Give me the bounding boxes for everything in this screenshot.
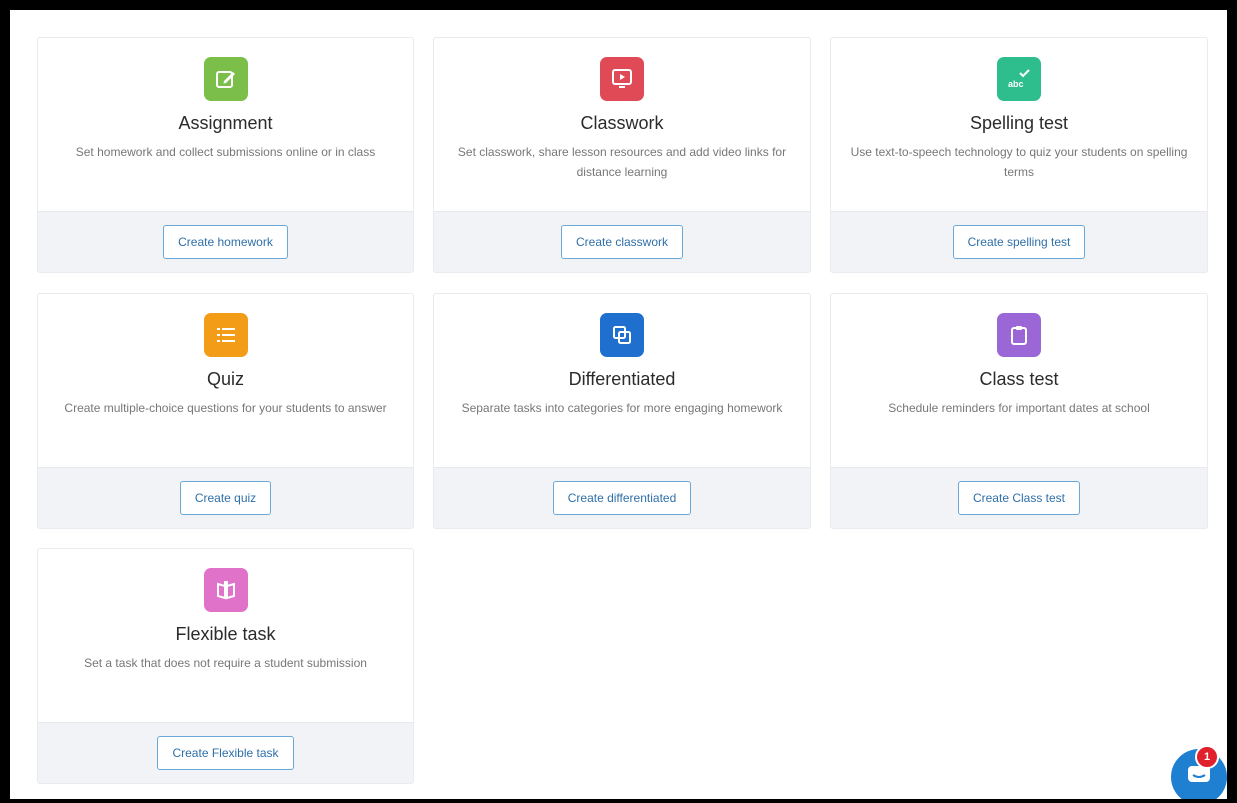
card-title: Quiz [206, 369, 244, 389]
card-title: Differentiated [568, 369, 676, 389]
create-homework-button[interactable]: Create homework [163, 225, 288, 259]
card-title: Spelling test [969, 113, 1069, 133]
card-footer: Create homework [38, 211, 413, 272]
overlapping-squares-icon [600, 313, 644, 357]
card-spelling-test: abc Spelling test Use text-to-speech tec… [830, 37, 1208, 273]
open-book-icon [203, 568, 248, 612]
create-differentiated-button[interactable]: Create differentiated [552, 481, 692, 515]
card-title: Class test [979, 369, 1059, 389]
card-differentiated: Differentiated Separate tasks into categ… [433, 293, 811, 529]
abc-check-icon: abc [997, 57, 1041, 101]
card-description: Create multiple-choice questions for you… [64, 401, 387, 415]
card-classwork: Classwork Set classwork, share lesson re… [433, 37, 811, 273]
svg-text:abc: abc [1008, 79, 1024, 89]
create-classwork-button[interactable]: Create classwork [560, 225, 684, 259]
clipboard-icon [997, 313, 1041, 357]
card-description: Set a task that does not require a stude… [84, 656, 367, 670]
card-description: Set homework and collect submissions onl… [75, 145, 376, 159]
card-title: Classwork [580, 113, 664, 133]
card-footer: Create Class test [831, 467, 1207, 528]
card-description: Schedule reminders for important dates a… [888, 401, 1150, 415]
card-footer: Create Flexible task [38, 722, 413, 783]
notification-badge: 1 [1195, 745, 1219, 769]
card-assignment: Assignment Set homework and collect subm… [37, 37, 414, 273]
card-title: Assignment [178, 113, 273, 133]
card-class-test: Class test Schedule reminders for import… [830, 293, 1208, 529]
card-footer: Create differentiated [434, 467, 810, 528]
card-flexible-task: Flexible task Set a task that does not r… [37, 548, 414, 784]
create-quiz-button[interactable]: Create quiz [179, 481, 272, 515]
video-play-icon [600, 57, 644, 101]
card-description: Set classwork, share lesson resources an… [457, 145, 787, 179]
card-footer: Create classwork [434, 211, 810, 272]
card-description: Separate tasks into categories for more … [461, 401, 783, 415]
create-spelling-test-button[interactable]: Create spelling test [952, 225, 1086, 259]
card-footer: Create quiz [38, 467, 413, 528]
create-class-test-button[interactable]: Create Class test [957, 481, 1081, 515]
card-footer: Create spelling test [831, 211, 1207, 272]
card-quiz: Quiz Create multiple-choice questions fo… [37, 293, 414, 529]
card-title: Flexible task [175, 624, 276, 644]
task-type-panel: Assignment Set homework and collect subm… [10, 10, 1227, 799]
edit-square-icon [203, 57, 248, 101]
list-icon [203, 313, 248, 357]
create-flexible-task-button[interactable]: Create Flexible task [157, 736, 294, 770]
card-description: Use text-to-speech technology to quiz yo… [850, 145, 1188, 179]
